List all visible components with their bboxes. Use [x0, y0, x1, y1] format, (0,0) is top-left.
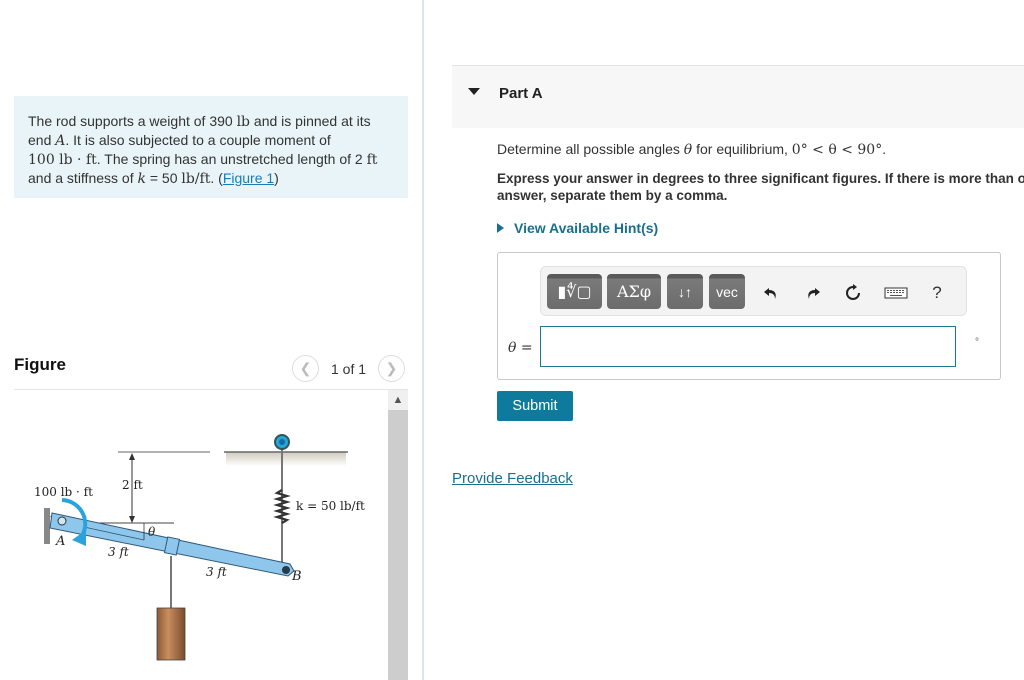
vector-button[interactable]: vec	[709, 274, 745, 309]
label-theta: θ	[148, 525, 156, 539]
right-pane: Part A Determine all possible angles θ f…	[424, 0, 1024, 680]
math-unit: ft	[366, 152, 378, 168]
undo-icon	[764, 288, 776, 299]
problem-text: and a stiffness of	[28, 170, 138, 186]
templates-button[interactable]: ▮∜▢	[547, 274, 602, 309]
prev-figure-button[interactable]: ❮	[292, 355, 319, 382]
ceiling-pin-center	[279, 439, 285, 445]
provide-feedback-link[interactable]: Provide Feedback	[452, 470, 573, 487]
answer-input[interactable]	[540, 326, 956, 367]
collar	[163, 536, 181, 556]
rod-diagram: 2 ft k = 50 lb/ft 100 lb · ft θ A B 3 ft…	[34, 434, 365, 661]
math-point: A	[55, 133, 66, 149]
label-seg2: 3 ft	[206, 565, 227, 579]
keyboard-icon	[884, 287, 908, 299]
weight	[156, 607, 186, 661]
math-theta: θ	[683, 142, 693, 158]
left-pane: The rod supports a weight of 390 lb and …	[0, 0, 422, 680]
pin-a	[57, 516, 67, 526]
hints-label[interactable]: View Available Hint(s)	[514, 220, 658, 236]
question-end: .	[882, 141, 887, 157]
greek-symbols-button[interactable]: ΑΣφ	[607, 274, 661, 309]
view-hints-toggle[interactable]: View Available Hint(s)	[497, 220, 658, 236]
arrowhead	[129, 516, 135, 523]
figure-scrollbar[interactable]: ▲	[388, 390, 408, 680]
arrowhead	[129, 453, 135, 460]
math-moment: 100 lb · ft	[28, 152, 97, 168]
instructions: Express your answer in degrees to three …	[497, 171, 1024, 203]
problem-text: . It is also subjected to a couple momen…	[65, 132, 331, 148]
reset-button[interactable]	[841, 281, 865, 305]
undo-button[interactable]	[759, 281, 783, 305]
question-mid: for equilibrium,	[692, 141, 792, 157]
redo-button[interactable]	[801, 281, 825, 305]
part-title: Part A	[499, 85, 543, 102]
question-text: Determine all possible angles θ for equi…	[497, 141, 886, 158]
greek-symbols-label: ΑΣφ	[616, 282, 652, 301]
templates-icon: ▮∜▢	[557, 282, 592, 301]
figure-pager: ❮ 1 of 1 ❯	[292, 355, 406, 382]
problem-statement: The rod supports a weight of 390 lb and …	[14, 96, 408, 198]
label-moment: 100 lb · ft	[34, 485, 93, 499]
ceiling-shade	[226, 452, 346, 466]
submit-button[interactable]: Submit	[497, 391, 573, 421]
arrows-icon: ↓↑	[678, 283, 692, 300]
question-prefix: Determine all possible angles	[497, 141, 684, 157]
chevron-right-icon: ❯	[385, 360, 398, 376]
scroll-up-button[interactable]: ▲	[388, 390, 408, 410]
pin-b	[282, 566, 290, 574]
label-point-a: A	[55, 534, 65, 549]
wall	[44, 508, 50, 544]
reset-icon	[846, 284, 860, 300]
part-header[interactable]: Part A	[452, 65, 1024, 128]
figure-link[interactable]: Figure 1	[223, 170, 274, 186]
caret-down-icon[interactable]	[468, 88, 480, 95]
problem-text: = 50	[145, 170, 182, 186]
math-toolbar: ▮∜▢ ΑΣφ ↓↑ vec ?	[540, 266, 967, 316]
problem-text: . The spring has an unstretched length o…	[96, 151, 367, 167]
label-2ft: 2 ft	[122, 478, 143, 492]
answer-box: ▮∜▢ ΑΣφ ↓↑ vec ? θ = °	[497, 252, 1001, 380]
pager-text: 1 of 1	[331, 360, 367, 377]
problem-text: . (	[210, 170, 223, 186]
figure-title: Figure	[14, 355, 66, 374]
chevron-left-icon: ❮	[299, 360, 312, 376]
degree-unit: °	[975, 337, 979, 348]
next-figure-button[interactable]: ❯	[378, 355, 406, 382]
problem-text: The rod supports a weight of 390	[28, 113, 237, 129]
label-point-b: B	[291, 569, 302, 584]
math-unit: lb/ft	[181, 171, 211, 187]
chevron-up-icon: ▲	[392, 394, 404, 406]
help-icon: ?	[932, 283, 942, 302]
figure-image: 2 ft k = 50 lb/ft 100 lb · ft θ A B 3 ft…	[14, 390, 388, 680]
label-seg1: 3 ft	[108, 545, 129, 559]
help-button[interactable]: ?	[925, 281, 949, 305]
variable-label: θ =	[508, 339, 533, 356]
math-range: 0° < θ < 90°	[791, 142, 883, 158]
arrows-button[interactable]: ↓↑	[667, 274, 703, 309]
math-unit: lb	[236, 114, 251, 130]
keyboard-button[interactable]	[883, 281, 909, 305]
vec-label: vec	[716, 283, 738, 300]
math-var: k	[137, 171, 146, 187]
redo-icon	[808, 288, 820, 299]
caret-right-icon	[497, 223, 504, 233]
scroll-thumb[interactable]	[388, 410, 408, 680]
problem-text: )	[274, 170, 279, 186]
label-spring: k = 50 lb/ft	[296, 499, 365, 513]
theta-equals: θ =	[508, 340, 533, 356]
spring	[273, 489, 291, 524]
